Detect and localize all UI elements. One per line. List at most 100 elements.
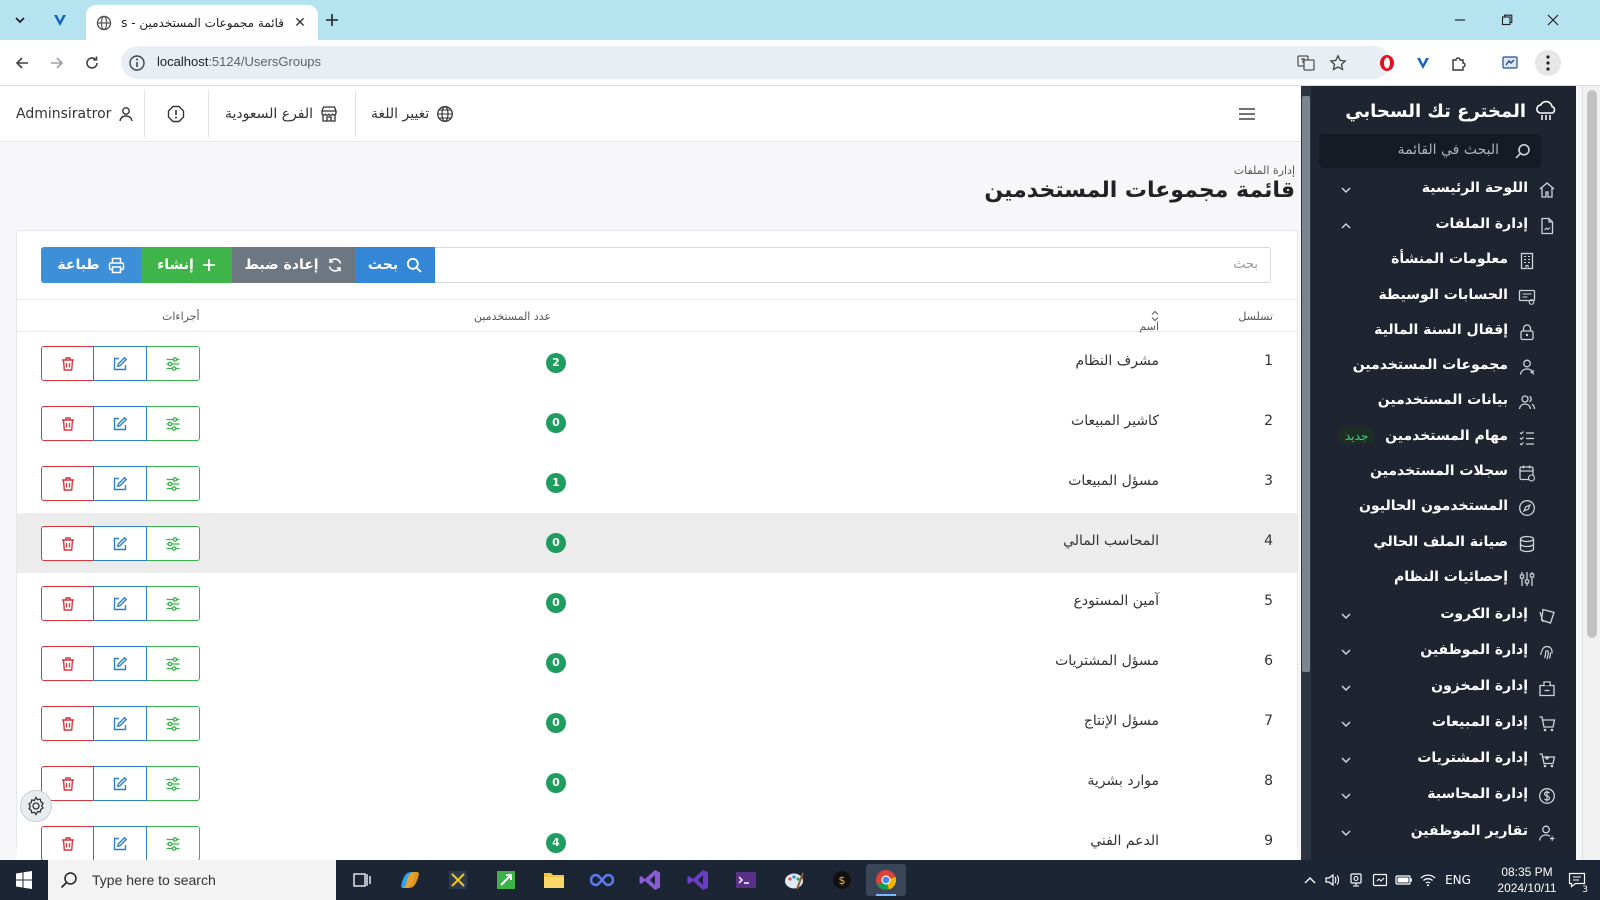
meet-tray-icon[interactable]	[1370, 860, 1390, 900]
file-explorer-icon[interactable]	[534, 864, 574, 896]
sidebar-item[interactable]: إحصائيات النظام	[1311, 561, 1576, 597]
restore-window-icon[interactable]	[1497, 10, 1517, 30]
table-row[interactable]: 4 المحاسب المالي 0	[17, 513, 1297, 574]
print-button[interactable]: طباعة	[41, 247, 141, 283]
visual-studio-2-icon[interactable]	[678, 864, 718, 896]
permissions-button[interactable]	[147, 766, 200, 801]
site-info-icon[interactable]	[128, 54, 146, 72]
permissions-button[interactable]	[147, 586, 200, 621]
visual-studio-icon[interactable]	[630, 864, 670, 896]
table-row[interactable]: 5 آمين المستودع 0	[17, 573, 1297, 634]
profile-extension-icon[interactable]	[1499, 52, 1521, 74]
start-button[interactable]	[0, 860, 48, 900]
sidebar-item[interactable]: سجلات المستخدمين	[1311, 455, 1576, 491]
delete-button[interactable]	[41, 706, 94, 741]
permissions-button[interactable]	[147, 346, 200, 381]
reset-button[interactable]: إعادة ضبط	[232, 247, 355, 283]
delete-button[interactable]	[41, 526, 94, 561]
sidebar-item[interactable]: مهام المستخدمين جديد	[1311, 420, 1576, 456]
clock[interactable]: 08:35 PM 2024/10/11	[1480, 864, 1574, 896]
volume-icon[interactable]	[1322, 860, 1342, 900]
sidebar-item[interactable]: صيانة الملف الحالي	[1311, 526, 1576, 562]
sidebar-item[interactable]: تقارير الموظفين	[1311, 815, 1576, 851]
extensions-puzzle-icon[interactable]	[1448, 52, 1470, 74]
terminal-dollar-icon[interactable]: $	[822, 864, 862, 896]
copilot-app-icon[interactable]	[390, 864, 430, 896]
input-language[interactable]: ENG	[1440, 860, 1476, 900]
delete-button[interactable]	[41, 466, 94, 501]
sidebar-item[interactable]: إدارة الموظفين	[1311, 634, 1576, 670]
permissions-button[interactable]	[147, 646, 200, 681]
edit-button[interactable]	[94, 526, 147, 561]
taskbar-search[interactable]: Type here to search	[48, 860, 336, 900]
terminal-app-icon[interactable]	[726, 864, 766, 896]
permissions-button[interactable]	[147, 466, 200, 501]
branch-selector[interactable]: الفرع السعودية	[225, 86, 338, 142]
search-button[interactable]: بحث	[355, 247, 435, 283]
user-menu[interactable]: Adminsiratror	[16, 86, 134, 142]
table-row[interactable]: 7 مسؤل الإنتاج 0	[17, 693, 1297, 754]
sidebar-item[interactable]: اللوحة الرئيسية	[1311, 172, 1576, 208]
dev-tools-app-icon[interactable]	[438, 864, 478, 896]
sidebar-search-input[interactable]: البحث في القائمة	[1319, 134, 1541, 168]
search-input[interactable]: بحث	[425, 247, 1271, 283]
browser-menu-icon[interactable]	[1535, 50, 1561, 76]
sidebar-item[interactable]: إدارة الملفات	[1311, 208, 1576, 244]
edit-button[interactable]	[94, 346, 147, 381]
chrome-app-icon[interactable]	[866, 864, 906, 896]
notification-center[interactable]: 3	[1562, 860, 1592, 900]
header-serial[interactable]: تسلسل	[1238, 310, 1273, 323]
edit-button[interactable]	[94, 466, 147, 501]
table-row[interactable]: 6 مسؤل المشتريات 0	[17, 633, 1297, 694]
sidebar-toggle-button[interactable]	[1238, 86, 1256, 142]
delete-button[interactable]	[41, 826, 94, 860]
tab-close-icon[interactable]: ✕	[292, 15, 308, 31]
permissions-button[interactable]	[147, 826, 200, 860]
edit-button[interactable]	[94, 826, 147, 860]
table-row[interactable]: 8 موارد بشرية 0	[17, 753, 1297, 814]
table-row[interactable]: 2 كاشير المبيعات 0	[17, 393, 1297, 454]
table-row[interactable]: 9 الدعم الفني 4	[17, 813, 1297, 860]
sidebar-item[interactable]: بيانات المستخدمين	[1311, 384, 1576, 420]
sidebar-item[interactable]: معلومات المنشأة	[1311, 243, 1576, 279]
sidebar-item[interactable]: إقفال السنة المالية	[1311, 314, 1576, 350]
close-window-icon[interactable]	[1543, 10, 1563, 30]
notifications-button[interactable]	[167, 86, 185, 142]
permissions-button[interactable]	[147, 526, 200, 561]
edit-button[interactable]	[94, 706, 147, 741]
edit-button[interactable]	[94, 406, 147, 441]
header-group-name[interactable]: اسم مجموعة المستخدمين	[1103, 310, 1159, 359]
breadcrumb[interactable]: إدارة الملفات	[1234, 164, 1295, 177]
table-row[interactable]: 1 مشرف النظام 2	[17, 333, 1297, 394]
infinity-app-icon[interactable]	[582, 864, 622, 896]
sidebar-item[interactable]: إدارة المحاسبة	[1311, 778, 1576, 814]
vpn-extension-icon[interactable]	[48, 8, 72, 32]
sidebar-item[interactable]: المستخدمون الحاليون	[1311, 490, 1576, 526]
language-switcher[interactable]: تغيير اللغة	[371, 86, 454, 142]
brand[interactable]: المخترع تك السحابي	[1345, 96, 1558, 126]
designer-app-icon[interactable]	[486, 864, 526, 896]
delete-button[interactable]	[41, 346, 94, 381]
battery-icon[interactable]	[1394, 860, 1414, 900]
permissions-button[interactable]	[147, 406, 200, 441]
address-bar[interactable]: localhost:5124/UsersGroups	[121, 46, 1390, 79]
sidebar-scrollbar[interactable]	[1301, 86, 1311, 860]
opera-extension-icon[interactable]	[1376, 52, 1398, 74]
page-scrollbar[interactable]	[1582, 86, 1600, 860]
minimize-window-icon[interactable]	[1450, 10, 1470, 30]
back-arrow-icon[interactable]	[12, 53, 32, 73]
sidebar-item[interactable]: إدارة الكروت	[1311, 598, 1576, 634]
edit-button[interactable]	[94, 766, 147, 801]
bookmark-star-icon[interactable]	[1328, 53, 1348, 73]
sidebar-item[interactable]: إدارة المخزون	[1311, 670, 1576, 706]
vpn-toolbar-icon[interactable]	[1412, 52, 1434, 74]
sidebar-item[interactable]: الحسابات الوسيطة	[1311, 279, 1576, 315]
sidebar-item[interactable]: مجموعات المستخدمين	[1311, 349, 1576, 385]
new-tab-icon[interactable]	[320, 8, 344, 32]
translate-icon[interactable]	[1296, 53, 1316, 73]
edit-button[interactable]	[94, 586, 147, 621]
camera-tray-icon[interactable]	[1346, 860, 1366, 900]
settings-float-button[interactable]	[20, 790, 52, 822]
sidebar-item[interactable]: إدارة المشتريات	[1311, 742, 1576, 778]
delete-button[interactable]	[41, 586, 94, 621]
